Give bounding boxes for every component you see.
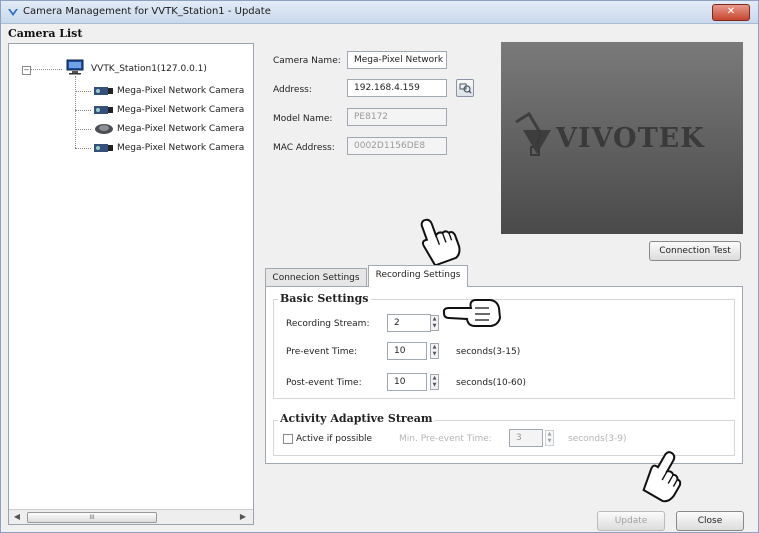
scroll-thumb[interactable]: III (27, 512, 157, 523)
pointing-hand-icon (642, 451, 682, 503)
model-name-label: Model Name: (273, 114, 333, 124)
min-pre-event-spinner: ▲ ▼ (545, 430, 554, 446)
recording-stream-spinner[interactable]: ▲ ▼ (430, 315, 439, 331)
address-label: Address: (273, 85, 312, 95)
spin-down-icon[interactable]: ▼ (431, 323, 438, 330)
camera-list-title: Camera List (8, 27, 83, 40)
min-pre-event-field: 3 (509, 429, 543, 447)
scroll-left-icon[interactable]: ◀ (11, 511, 23, 522)
min-pre-event-range: seconds(3-9) (568, 434, 627, 444)
post-event-field[interactable]: 10 (387, 373, 427, 391)
recording-stream-field[interactable]: 2 (387, 314, 431, 332)
update-button[interactable]: Update (597, 511, 665, 531)
recording-stream-label: Recording Stream: (286, 319, 370, 329)
window-title: Camera Management for VVTK_Station1 - Up… (23, 6, 271, 17)
logo-text: VIVOTEK (555, 123, 705, 154)
tree-connector (75, 76, 76, 148)
camera-node-label[interactable]: Mega-Pixel Network Camera (117, 143, 244, 153)
network-search-icon (459, 83, 472, 94)
station-node-label[interactable]: VVTK_Station1(127.0.0.1) (91, 64, 207, 74)
camera-name-field[interactable]: Mega-Pixel Network (347, 51, 447, 69)
model-name-field: PE8172 (347, 108, 447, 126)
pointing-hand-icon (442, 299, 502, 327)
pre-event-label: Pre-event Time: (286, 347, 358, 357)
dome-camera-icon (95, 124, 113, 134)
pointing-hand-icon (420, 218, 461, 267)
vivotek-logo: VIVOTEK (515, 111, 705, 156)
post-event-spinner[interactable]: ▲ ▼ (430, 374, 439, 390)
pre-event-field[interactable]: 10 (387, 342, 427, 360)
camera-preview: VIVOTEK (501, 42, 743, 234)
pre-event-spinner[interactable]: ▲ ▼ (430, 343, 439, 359)
spin-down-icon[interactable]: ▼ (431, 382, 438, 389)
tree-connector (75, 110, 91, 111)
spin-down-icon[interactable]: ▼ (431, 351, 438, 358)
box-camera-icon (94, 144, 113, 152)
mac-address-field: 0002D1156DE8 (347, 137, 447, 155)
box-camera-icon (94, 106, 113, 114)
spin-up-icon[interactable]: ▲ (431, 316, 438, 323)
active-if-possible-checkbox[interactable] (283, 434, 293, 444)
spin-up-icon: ▲ (547, 431, 552, 437)
station-computer-icon (66, 59, 84, 75)
spin-up-icon[interactable]: ▲ (431, 375, 438, 382)
tree-expander[interactable]: − (22, 66, 31, 75)
tree-connector (30, 69, 62, 70)
tree-horizontal-scrollbar[interactable]: ◀ III ▶ (9, 509, 253, 524)
title-bar: Camera Management for VVTK_Station1 - Up… (1, 1, 758, 24)
pre-event-range: seconds(3-15) (456, 347, 521, 357)
vivotek-app-icon (8, 9, 18, 16)
recording-settings-panel: Basic Settings Recording Stream: 2 ▲ ▼ P… (265, 286, 743, 464)
min-pre-event-label: Min. Pre-event Time: (399, 434, 492, 444)
camera-name-label: Camera Name: (273, 56, 341, 66)
tree-connector (75, 91, 91, 92)
basic-settings-title: Basic Settings (278, 292, 371, 305)
close-button[interactable]: Close (676, 511, 744, 531)
active-if-possible-label[interactable]: Active if possible (296, 434, 372, 444)
activity-adaptive-title: Activity Adaptive Stream (278, 412, 435, 425)
camera-node-label[interactable]: Mega-Pixel Network Camera (117, 105, 244, 115)
window-close-button[interactable]: ✕ (712, 4, 750, 21)
tree-connector (75, 148, 91, 149)
address-search-button[interactable] (456, 79, 474, 97)
camera-node-label[interactable]: Mega-Pixel Network Camera (117, 124, 244, 134)
scroll-right-icon[interactable]: ▶ (237, 511, 249, 522)
post-event-label: Post-event Time: (286, 378, 362, 388)
tab-recording-settings[interactable]: Recording Settings (368, 265, 468, 287)
spin-down-icon: ▼ (547, 438, 552, 444)
address-field[interactable]: 192.168.4.159 (347, 79, 447, 97)
post-event-range: seconds(10-60) (456, 378, 526, 388)
tab-connection-settings[interactable]: Connecion Settings (265, 268, 367, 287)
camera-node-label[interactable]: Mega-Pixel Network Camera (117, 86, 244, 96)
camera-tree[interactable]: − VVTK_Station1(127.0.0.1) Mega-Pixel Ne… (8, 43, 254, 525)
spin-up-icon[interactable]: ▲ (431, 344, 438, 351)
box-camera-icon (94, 87, 113, 95)
mac-address-label: MAC Address: (273, 143, 335, 153)
camera-management-window: Camera Management for VVTK_Station1 - Up… (0, 0, 759, 533)
connection-test-button[interactable]: Connection Test (649, 241, 741, 261)
tree-connector (75, 129, 91, 130)
